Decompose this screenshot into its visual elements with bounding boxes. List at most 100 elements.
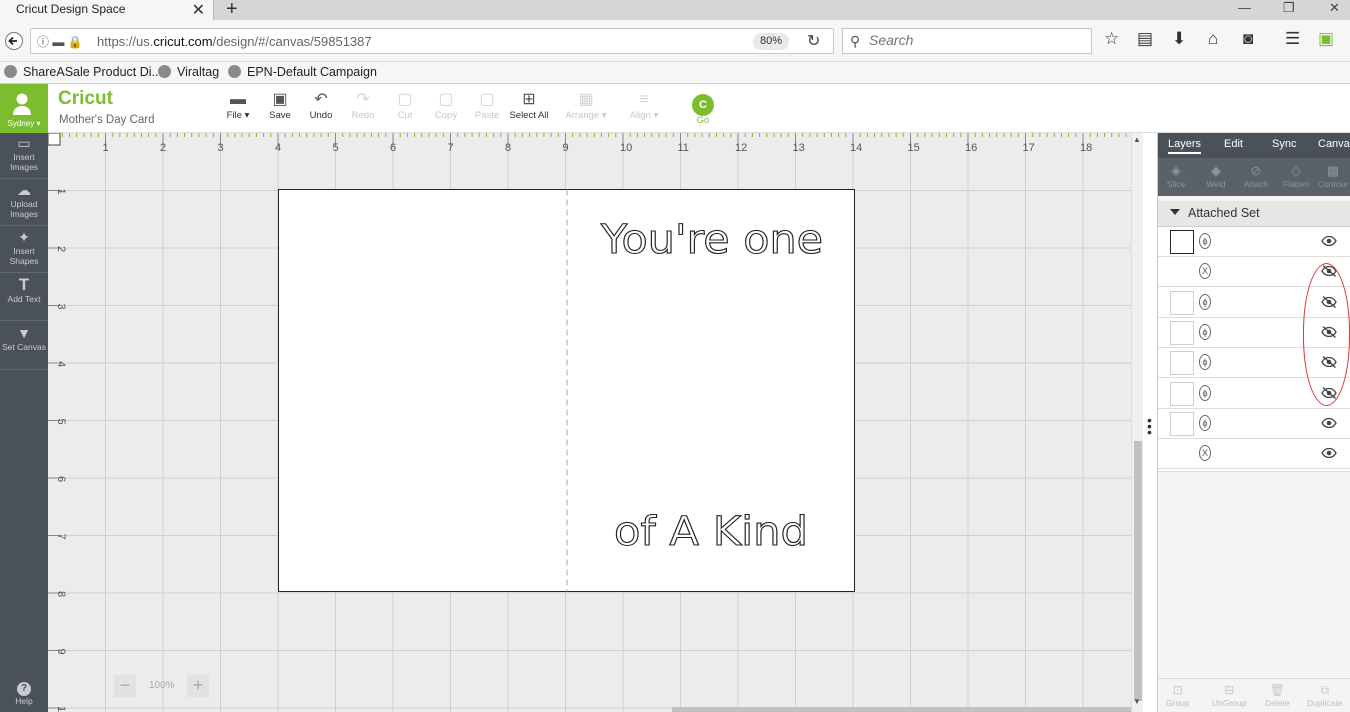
shirt-icon: ▼ [17,325,31,341]
design-canvas[interactable]: 12345678910111213141516171812345678910Yo… [48,133,1131,712]
attach-button[interactable]: ⊘ Attach [1239,162,1273,189]
ruler-label: 9 [55,649,67,655]
reload-icon[interactable]: ↻ [807,31,820,51]
ungroup-button[interactable]: ⊟ UnGroup [1212,683,1247,708]
menu-icon[interactable]: ☰ [1285,29,1300,49]
scroll-thumb[interactable] [1134,441,1142,701]
zoom-out-button[interactable]: − [114,675,136,697]
restore-icon[interactable]: ❐ [1283,0,1295,16]
group-button[interactable]: ⊡ Group [1166,683,1190,708]
window-close-icon[interactable]: ✕ [1329,0,1340,16]
align-button[interactable]: ≡ Align ▾ [622,90,666,121]
cut-operation-icon[interactable]: ϕ [1199,414,1211,431]
extension-icon[interactable]: ▣ [1318,29,1334,49]
eye-icon[interactable] [1321,234,1337,248]
contour-button[interactable]: ▩ Contour [1316,162,1350,189]
search-input[interactable] [869,32,1079,48]
folder-button[interactable]: ▬ File ▾ [216,90,260,121]
help-icon: ? [17,682,31,696]
cut-operation-icon[interactable]: ϕ [1199,233,1211,249]
card-text-bottom[interactable]: of A Kind [613,508,808,555]
vertical-scrollbar[interactable]: ▲ ▼ [1131,133,1143,712]
upload-cloud-icon: ☁ [17,182,31,198]
select-all-button[interactable]: ⊞ Select All [507,90,551,121]
insert-images-button[interactable]: ▭ Insert Images [0,134,48,179]
go-button[interactable]: C [692,94,714,116]
duplicate-button[interactable]: ⧉ Duplicate [1307,683,1342,708]
canvas-grid[interactable]: 12345678910111213141516171812345678910Yo… [48,133,1131,712]
card-text-top[interactable]: You're one [599,216,823,263]
bookmark-item[interactable]: Viraltag [158,65,219,79]
score-operation-icon[interactable]: X [1199,263,1211,280]
flatten-button[interactable]: ◇ Flatten [1279,162,1313,189]
cut-operation-icon[interactable]: ϕ [1199,354,1211,371]
eye-icon[interactable] [1321,416,1337,430]
bookmark-item[interactable]: ShareASale Product Di... [4,65,162,79]
bookmark-item[interactable]: EPN-Default Campaign [228,65,377,79]
ruler-label: 1 [55,189,67,195]
search-icon: ⚲ [850,33,861,49]
new-tab-button[interactable]: + [226,0,238,21]
user-menu[interactable]: Sydney ▾ [0,84,48,133]
home-icon[interactable]: ⌂ [1208,29,1218,49]
score-operation-icon[interactable]: X [1199,445,1211,462]
layer-row[interactable]: ϕ [1158,408,1350,439]
drag-handle-icon[interactable]: • • • [1147,413,1152,439]
browser-tab[interactable]: Cricut Design Space ✕ [0,0,214,20]
reading-list-icon[interactable]: ▤ [1137,29,1153,49]
bookmark-star-icon[interactable]: ☆ [1104,29,1119,49]
tab-canvas[interactable]: Canvas [1318,138,1350,150]
image-icon: ▭ [17,135,31,151]
minimize-icon[interactable]: — [1238,0,1251,15]
slice-button[interactable]: ◈ Slice [1159,162,1193,189]
panel-tabs: Layers Edit Sync Canvas [1158,133,1350,158]
scroll-up-icon[interactable]: ▲ [1133,135,1141,144]
redo-button[interactable]: ↷ Redo [341,90,385,121]
paste-button[interactable]: ▢ Paste [465,90,509,121]
layer-thumbnail [1170,320,1194,345]
download-icon[interactable]: ⬇ [1172,29,1186,49]
upload-images-button[interactable]: ☁ Upload Images [0,181,48,226]
url-bar[interactable]: ⓘ ▬ 🔒 https://us.cricut.com/design/#/can… [30,28,834,54]
help-button[interactable]: ? Help [0,682,48,706]
pocket-icon[interactable]: ◙ [1243,29,1253,49]
cut-operation-icon[interactable]: ϕ [1199,323,1211,340]
arrange-button[interactable]: ▦ Arrange ▾ [564,90,608,121]
toolbar-label: Copy [434,110,458,121]
eye-icon[interactable] [1321,446,1337,460]
ruler-label: 8 [505,142,511,154]
back-arrow-icon[interactable] [5,32,23,50]
site-info-icon[interactable]: ⓘ ▬ 🔒 [37,33,83,50]
set-canvas-button[interactable]: ▼ Set Canvas [0,324,48,370]
tab-edit[interactable]: Edit [1224,138,1243,150]
weld-button[interactable]: ◆ Weld [1199,162,1233,189]
copy-button[interactable]: ▢ Copy [424,90,468,121]
zoom-level-badge[interactable]: 80% [753,33,789,50]
tab-close-icon[interactable]: ✕ [192,0,205,20]
layer-row[interactable]: X [1158,439,1350,470]
delete-button[interactable]: 🗑 Delete [1265,683,1290,708]
save-button[interactable]: ▣ Save [258,90,302,121]
horizontal-scroll-thumb[interactable] [672,707,1131,712]
layer-thumbnail [1170,411,1194,436]
cut-operation-icon[interactable]: ϕ [1199,384,1211,401]
scroll-down-icon[interactable]: ▼ [1133,697,1141,706]
attached-set-header[interactable]: Attached Set [1158,201,1350,227]
insert-shapes-button[interactable]: ✦ Insert Shapes [0,228,48,273]
collapse-triangle-icon[interactable] [1170,209,1180,215]
panel-splitter[interactable]: • • • [1143,133,1158,712]
project-name: Mother's Day Card [59,114,155,126]
ruler-label: 13 [793,142,805,154]
search-box[interactable]: ⚲ [842,28,1092,54]
tab-layers[interactable]: Layers [1168,138,1202,154]
layer-tools: ◈ Slice ◆ Weld ⊘ Attach ◇ Flatten ▩ Contour [1158,158,1350,196]
add-text-button[interactable]: T Add Text [0,276,48,321]
cut-button[interactable]: ▢ Cut [383,90,427,121]
cut-operation-icon[interactable]: ϕ [1199,293,1211,310]
left-sidebar: Sydney ▾ ▭ Insert Images ☁ Upload Images… [0,84,48,712]
layer-row[interactable]: ϕ [1158,227,1350,257]
zoom-in-button[interactable]: + [187,675,209,697]
cricut-logo: Cricut [58,88,113,109]
tab-sync[interactable]: Sync [1272,138,1296,150]
undo-button[interactable]: ↶ Undo [299,90,343,121]
